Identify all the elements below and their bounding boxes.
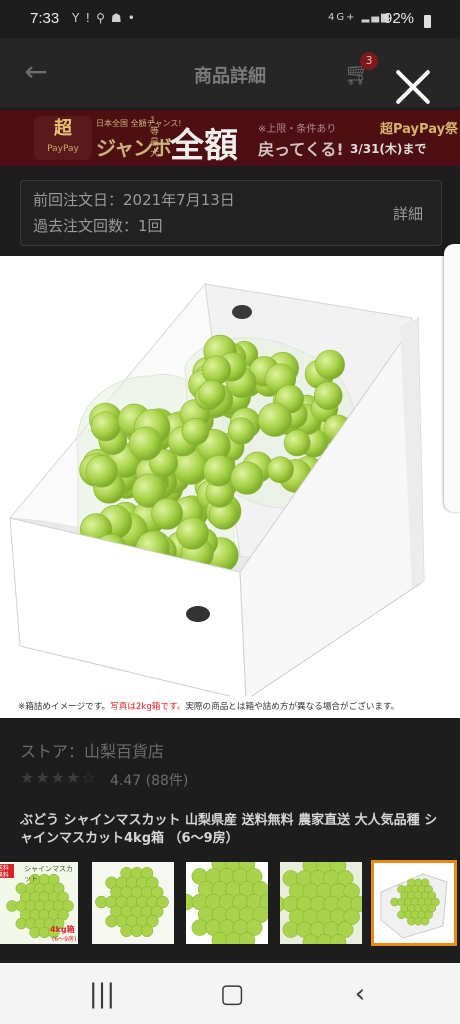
thumbnail-2-image (92, 862, 174, 944)
store-name[interactable]: ストア：山梨百貨店 (20, 738, 164, 762)
thumbnail-1[interactable]: 送料無料 シャインマスカット 4kg箱 (6〜9房) (0, 862, 78, 944)
product-image-viewer[interactable]: ※箱詰めイメージです。写真は2kg箱です。実際の商品とは箱や詰め方が異なる場合が… (0, 256, 460, 718)
banner-date: 3/31(木)まで (350, 142, 427, 156)
past-order-count: 過去注文回数：1回 (33, 217, 163, 235)
image-caption: ※箱詰めイメージです。写真は2kg箱です。実際の商品とは箱や詰め方が異なる場合が… (18, 700, 399, 712)
banner-note: ※上限・条件あり (258, 124, 337, 135)
rating-stars: ★★★★☆ (20, 768, 97, 787)
network-type: 4G+ (328, 12, 357, 23)
status-bar: 7:33 Y!⚲☗• 4G+ ▂▄▆ 92% (0, 0, 460, 38)
back-nav-button[interactable]: ‹ (338, 977, 382, 1011)
home-button[interactable]: ▢ (210, 977, 254, 1011)
thumbnail-4[interactable] (280, 862, 362, 944)
thumbnail-4-image (280, 862, 362, 944)
banner-max-label: 1等最大 (150, 116, 160, 159)
notification-icons: Y!⚲☗• (72, 11, 141, 25)
cart-button[interactable]: 🛒︎ 3 (340, 52, 378, 92)
recent-apps-icon: ||| (88, 979, 116, 1009)
thumbnail-1-top-text: シャインマスカット (24, 865, 73, 883)
rating-score: 4.47 (110, 773, 142, 789)
battery-percentage: 92% (384, 10, 415, 27)
thumbnail-2[interactable] (92, 862, 174, 944)
details-link[interactable]: 詳細 (393, 203, 423, 224)
order-history-card[interactable]: 前回注文日：2021年7月13日 過去注文回数：1回 詳細 (20, 180, 442, 246)
chevron-left-icon: ‹ (354, 979, 366, 1009)
network-icon: 4G+ ▂▄▆ (328, 12, 391, 23)
promo-banner[interactable]: 超 PayPay 日本全国 全額チャンス! ジャンボ 1等最大 全額 ※上限・条… (0, 110, 460, 166)
banner-tag-text: 超 (54, 118, 72, 139)
banner-returns: 戻ってくる! (258, 140, 344, 159)
thumbnail-3[interactable] (186, 862, 268, 944)
rating-value[interactable]: 4.47 (88件) (110, 770, 188, 790)
battery-icon (424, 15, 431, 28)
caption-highlight: 写真は2kg箱です。 (110, 702, 186, 712)
system-nav-bar: ||| ▢ ‹ (0, 963, 460, 1024)
recent-apps-button[interactable]: ||| (80, 977, 124, 1011)
cart-count-badge: 3 (360, 52, 378, 70)
thumbnail-1-sub: (6〜9房) (52, 936, 77, 943)
banner-amount: 全額 (170, 126, 238, 166)
thumbnail-5-image (373, 862, 455, 944)
free-shipping-badge: 送料無料 (0, 865, 10, 879)
product-title: ぶどう シャインマスカット 山梨県産 送料無料 農家直送 大人気品種 シャインマ… (20, 813, 438, 846)
caption-suffix: 実際の商品とは箱や詰め方が異なる場合がございます。 (185, 702, 400, 712)
paypay-label: PayPay (47, 144, 79, 154)
home-icon: ▢ (219, 979, 245, 1009)
thumbnail-3-image (186, 862, 268, 944)
thumbnail-strip: 送料無料 シャインマスカット 4kg箱 (6〜9房) (0, 858, 460, 948)
side-panel-handle[interactable] (444, 244, 460, 512)
review-count: (88件) (145, 773, 189, 789)
product-image (9, 282, 425, 696)
thumbnail-5[interactable] (371, 860, 457, 946)
last-order-date: 前回注文日：2021年7月13日 (33, 191, 235, 209)
banner-brand: 日本全国 全額チャンス! (96, 119, 182, 128)
caption-prefix: ※箱詰めイメージです。 (18, 702, 111, 712)
banner-festival: 超PayPay祭 (380, 122, 459, 137)
banner-tag: 超 PayPay (34, 116, 92, 160)
status-time: 7:33 (30, 10, 60, 27)
close-icon[interactable] (390, 64, 436, 110)
